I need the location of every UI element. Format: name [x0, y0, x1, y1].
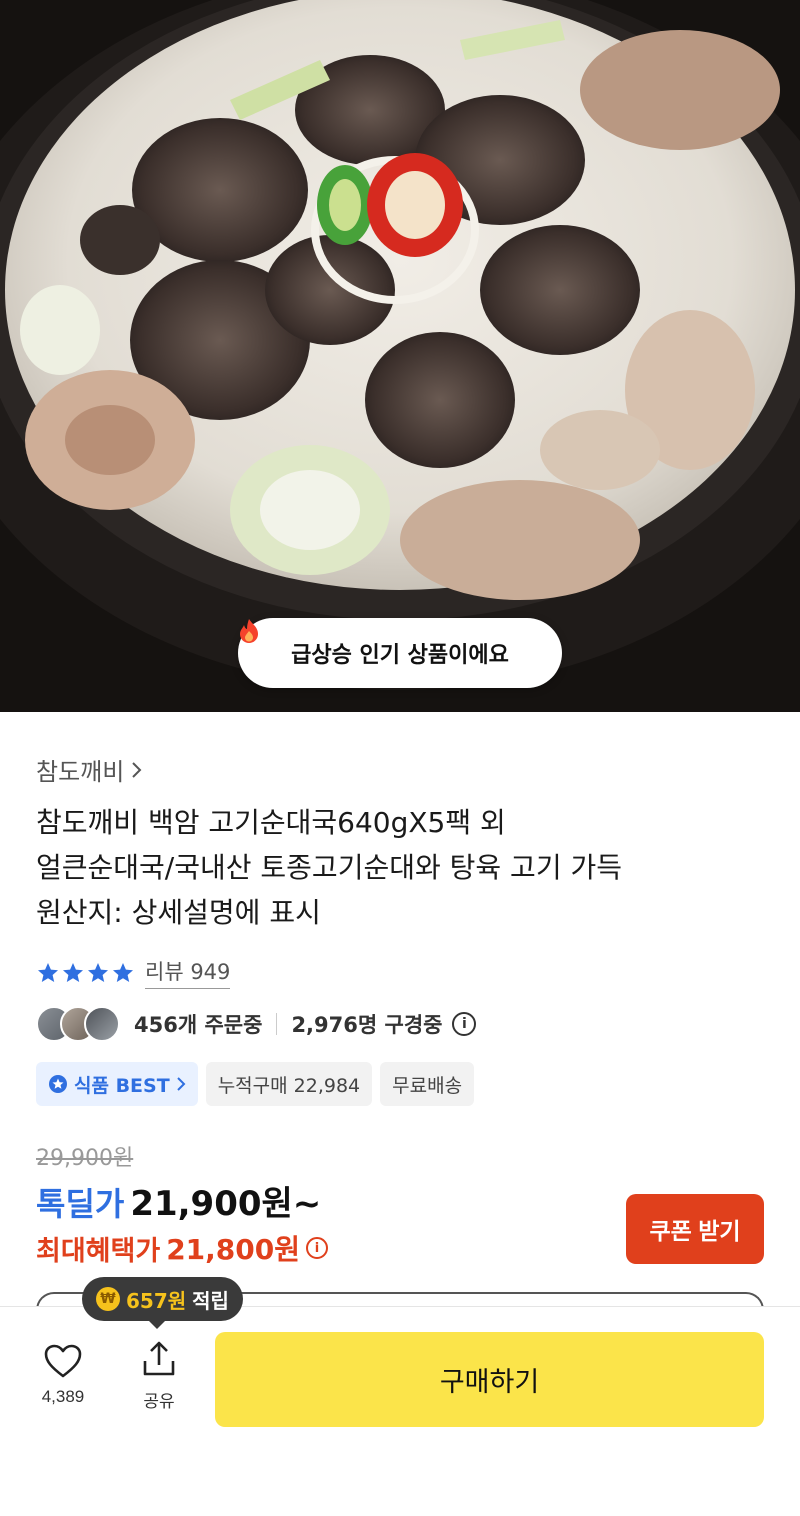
deal-label: 톡딜가 — [36, 1185, 125, 1223]
best-category-chip[interactable]: 식품 BEST — [36, 1062, 198, 1106]
max-benefit-row: 최대혜택가 21,800원 i — [36, 1228, 329, 1268]
star-icon — [113, 962, 133, 982]
info-icon[interactable]: i — [306, 1237, 329, 1259]
buy-button[interactable]: 구매하기 — [215, 1332, 764, 1427]
points-suffix: 적립 — [192, 1288, 229, 1313]
order-count: 456개 주문중 — [134, 1013, 263, 1037]
review-link[interactable]: 리뷰 949 — [145, 956, 231, 989]
title-line: 원산지: 상세설명에 표시 — [36, 896, 321, 929]
best-chip-label: 식품 BEST — [74, 1074, 170, 1097]
chevron-right-icon — [176, 1077, 186, 1091]
share-label: 공유 — [143, 1392, 175, 1411]
chevron-right-icon — [132, 761, 142, 778]
star-icon — [88, 962, 108, 982]
trending-badge-text: 급상승 인기 상품이에요 — [291, 643, 509, 668]
max-benefit-label: 최대혜택가 — [36, 1235, 161, 1267]
fire-icon — [240, 619, 258, 643]
free-shipping-chip: 무료배송 — [380, 1062, 475, 1106]
like-button[interactable]: 4,389 — [24, 1343, 102, 1407]
avatar — [84, 1006, 120, 1042]
bottom-action-bar: 4,389 공유 구매하기 — [0, 1306, 800, 1516]
deal-price: 21,900원~ — [130, 1184, 322, 1224]
share-button[interactable]: 공유 — [122, 1339, 196, 1412]
cumulative-purchase-chip: 누적구매 22,984 — [205, 1062, 373, 1106]
points-tooltip: ₩ 657원 적립 — [82, 1277, 243, 1329]
max-benefit-price: 21,800원 — [166, 1233, 301, 1266]
rating-row: 리뷰 949 — [36, 956, 231, 989]
title-line: 참도깨비 백암 고기순대국640gX5팩 외 — [36, 806, 506, 839]
order-status-row: 456개 주문중 2,976명 구경중 i — [36, 1006, 477, 1042]
deal-price-row: 톡딜가 21,900원~ — [36, 1176, 321, 1225]
title-line: 얼큰순대국/국내산 토종고기순대와 탕육 고기 가득 — [36, 851, 622, 884]
heart-icon — [44, 1344, 82, 1378]
info-icon[interactable]: i — [452, 1012, 477, 1036]
coupon-button[interactable]: 쿠폰 받기 — [626, 1194, 764, 1264]
star-icon — [63, 962, 83, 982]
like-count: 4,389 — [41, 1387, 85, 1406]
badge-star-icon — [49, 1075, 67, 1093]
original-price: 29,900원 — [36, 1146, 134, 1171]
points-amount: 657원 — [126, 1288, 187, 1313]
star-rating — [36, 961, 135, 985]
seller-name: 참도깨비 — [36, 758, 125, 786]
product-image[interactable]: 급상승 인기 상품이에요 — [0, 0, 800, 712]
product-chips: 식품 BEST 누적구매 22,984 무료배송 — [36, 1062, 475, 1106]
buyer-avatars — [36, 1006, 120, 1042]
product-title: 참도깨비 백암 고기순대국640gX5팩 외 얼큰순대국/국내산 토종고기순대와… — [36, 800, 766, 935]
seller-link[interactable]: 참도깨비 — [36, 752, 144, 787]
tooltip-tail — [148, 1320, 166, 1329]
viewer-count: 2,976명 구경중 — [291, 1013, 443, 1037]
divider — [276, 1013, 278, 1035]
coin-icon: ₩ — [96, 1287, 120, 1311]
trending-badge: 급상승 인기 상품이에요 — [238, 618, 562, 688]
share-icon — [143, 1341, 175, 1376]
food-photo — [0, 0, 800, 712]
star-icon — [38, 962, 58, 982]
